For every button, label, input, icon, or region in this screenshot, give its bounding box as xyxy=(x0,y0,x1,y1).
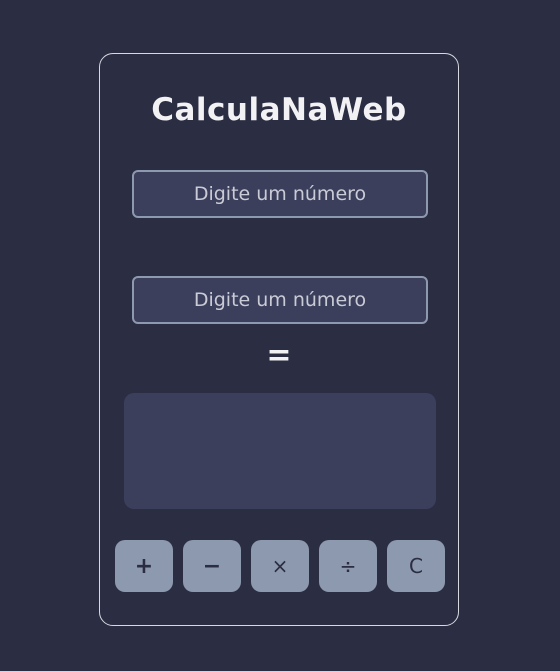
app-title: CalculaNaWeb xyxy=(151,92,407,128)
equals-sign: = xyxy=(266,338,292,373)
second-number-input[interactable] xyxy=(132,276,428,324)
result-display xyxy=(124,393,436,509)
subtract-button[interactable]: − xyxy=(183,540,241,592)
add-button[interactable]: + xyxy=(115,540,173,592)
multiply-button[interactable]: × xyxy=(251,540,309,592)
calculator-card: CalculaNaWeb = + − × ÷ C xyxy=(99,53,459,626)
divide-button[interactable]: ÷ xyxy=(319,540,377,592)
operations-bar: + − × ÷ C xyxy=(115,540,445,592)
clear-button[interactable]: C xyxy=(387,540,445,592)
first-number-input[interactable] xyxy=(132,170,428,218)
